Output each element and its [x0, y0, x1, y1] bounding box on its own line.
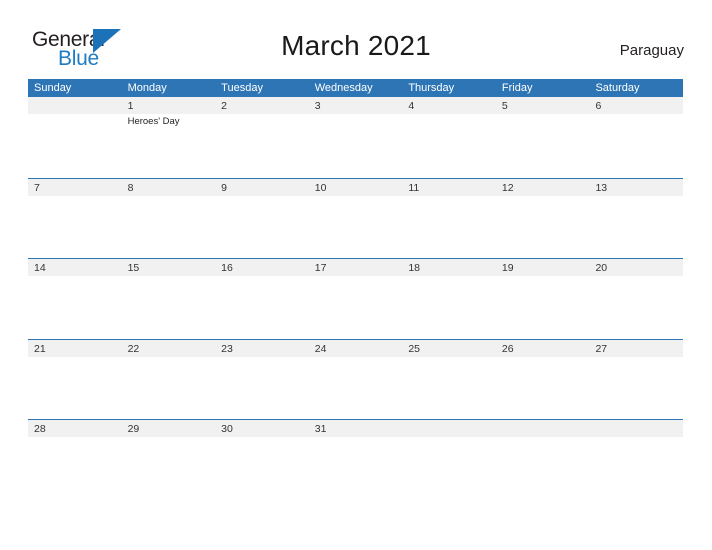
day-number: 3	[314, 100, 321, 112]
week-row: 21 22 23 24 25 26 27	[28, 338, 683, 420]
day-number: 8	[127, 181, 134, 194]
day-cell[interactable]: 18	[402, 259, 496, 339]
page-title: March 2021	[281, 30, 431, 61]
day-cell[interactable]: 29	[122, 420, 216, 500]
day-number: 9	[221, 181, 227, 194]
day-cell[interactable]: 7	[28, 179, 122, 259]
day-cell[interactable]: 11	[402, 179, 496, 259]
day-cell[interactable]: 8	[122, 179, 216, 259]
day-number: 2	[221, 100, 227, 112]
day-cell[interactable]: 19	[496, 259, 590, 339]
week-row: 1 Heroes' Day 2 3 4 5 6	[28, 97, 683, 178]
day-number: 13	[595, 181, 608, 194]
day-number: 15	[127, 262, 140, 274]
day-cell[interactable]: 22	[122, 340, 216, 420]
day-number: 24	[314, 342, 327, 355]
day-number: 17	[314, 262, 327, 274]
day-number: 14	[34, 262, 46, 274]
day-number: 7	[34, 181, 40, 194]
day-cell[interactable]: 12	[496, 179, 590, 259]
day-cell[interactable]: 9	[215, 179, 309, 259]
day-number: 5	[501, 100, 508, 112]
day-number: 26	[501, 342, 514, 355]
weekday-header-row: Sunday Monday Tuesday Wednesday Thursday…	[28, 79, 683, 97]
day-cell[interactable]: 25	[402, 340, 496, 420]
day-number: 30	[221, 423, 233, 435]
day-cell[interactable]: 30	[215, 420, 309, 500]
weekday-header-saturday: Saturday	[595, 82, 640, 94]
day-cell[interactable]: 10	[309, 179, 403, 259]
weekday-header-monday: Monday	[127, 82, 167, 94]
day-number: 4	[408, 100, 415, 112]
day-number: 25	[408, 342, 420, 355]
day-number: 18	[408, 262, 420, 274]
day-number: 23	[221, 342, 233, 355]
day-cell[interactable]	[402, 420, 496, 500]
week-row: 28 29 30 31	[28, 419, 683, 500]
weekday-header-wednesday: Wednesday	[314, 82, 373, 94]
day-cell[interactable]: 3	[309, 97, 403, 178]
day-number: 19	[501, 262, 514, 274]
weekday-header-friday: Friday	[501, 82, 533, 94]
day-number: 11	[408, 181, 420, 194]
day-cell[interactable]: 13	[589, 179, 683, 259]
day-number: 12	[501, 181, 514, 194]
day-cell[interactable]: 20	[589, 259, 683, 339]
weekday-header-thursday: Thursday	[408, 82, 455, 94]
weekday-header-tuesday: Tuesday	[221, 82, 263, 94]
country-label: Paraguay	[619, 42, 684, 59]
day-number: 31	[314, 423, 327, 435]
day-number: 21	[34, 342, 46, 355]
day-cell[interactable]: 24	[309, 340, 403, 420]
day-event: Heroes' Day	[127, 116, 180, 127]
day-cell[interactable]	[496, 420, 590, 500]
day-number: 1	[127, 100, 134, 112]
day-cell[interactable]: 14	[28, 259, 122, 339]
day-number: 16	[221, 262, 233, 274]
day-number: 10	[314, 181, 327, 194]
week-row: 7 8 9 10 11 12 13	[28, 177, 683, 259]
day-cell[interactable]: 27	[589, 340, 683, 420]
day-cell[interactable]: 2	[215, 97, 309, 178]
day-cell[interactable]: 31	[309, 420, 403, 500]
day-cell[interactable]: 6	[589, 97, 683, 178]
calendar-page: General Blue March 2021 Paraguay Sunday …	[0, 0, 712, 550]
day-number: 22	[127, 342, 140, 355]
day-cell[interactable]	[28, 97, 122, 178]
day-cell[interactable]: 16	[215, 259, 309, 339]
day-cell[interactable]: 1 Heroes' Day	[122, 97, 216, 178]
day-number: 6	[595, 100, 602, 112]
day-cell[interactable]: 28	[28, 420, 122, 500]
day-cell[interactable]: 21	[28, 340, 122, 420]
page-header: General Blue March 2021 Paraguay	[0, 0, 712, 76]
week-row: 14 15 16 17 18 19 20	[28, 258, 683, 339]
day-cell[interactable]: 4	[402, 97, 496, 178]
day-number: 27	[595, 342, 608, 355]
day-cell[interactable]: 23	[215, 340, 309, 420]
day-cell[interactable]: 15	[122, 259, 216, 339]
day-cell[interactable]	[589, 420, 683, 500]
day-number: 29	[127, 423, 140, 435]
weekday-header-sunday: Sunday	[34, 82, 72, 94]
day-cell[interactable]: 26	[496, 340, 590, 420]
calendar-grid: Sunday Monday Tuesday Wednesday Thursday…	[28, 79, 683, 500]
day-cell[interactable]: 5	[496, 97, 590, 178]
day-number: 20	[595, 262, 608, 274]
day-number: 28	[34, 423, 46, 435]
day-cell[interactable]: 17	[309, 259, 403, 339]
